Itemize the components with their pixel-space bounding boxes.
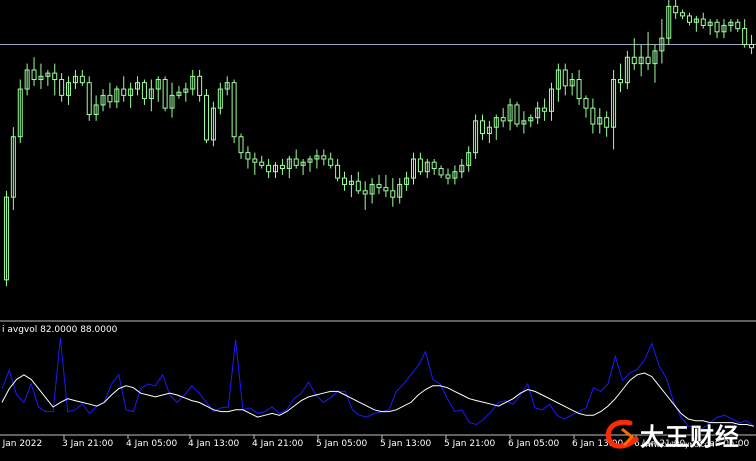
candle-body xyxy=(438,168,444,176)
candle-body xyxy=(673,5,679,14)
candle-body xyxy=(742,28,748,46)
candle-body xyxy=(383,187,389,192)
candle-body xyxy=(293,158,299,166)
candle-body xyxy=(376,183,382,189)
candle-body xyxy=(514,104,520,125)
chart-window[interactable] xyxy=(0,0,756,457)
candle-body xyxy=(680,12,686,17)
time-label: 4 Jan 13:00 xyxy=(188,439,240,449)
candle-body xyxy=(700,18,706,26)
candle-body xyxy=(686,15,692,23)
time-label: 6 Jan 05:00 xyxy=(508,439,560,449)
candle-body xyxy=(259,161,265,166)
watermark: 大王财经 WWW.KINGCAIJING.COM xyxy=(602,417,752,451)
candle-body xyxy=(479,120,485,135)
time-label: 5 Jan 05:00 xyxy=(316,439,368,449)
candle-body xyxy=(59,79,65,96)
candle-body xyxy=(583,98,589,109)
candle-body xyxy=(245,152,251,160)
candle-body xyxy=(645,56,651,65)
candle-body xyxy=(279,164,285,170)
indicator-label: i avgvol 82.0000 88.0000 xyxy=(2,325,118,335)
candle-body xyxy=(431,161,437,170)
candle-body xyxy=(417,158,423,173)
candle-body xyxy=(604,117,610,128)
candle-body xyxy=(335,164,341,179)
time-label: 4 Jan 05:00 xyxy=(126,439,178,449)
candle-body xyxy=(714,21,720,33)
candle-body xyxy=(52,72,58,80)
candle-body xyxy=(342,177,348,185)
candle-body xyxy=(197,75,203,96)
time-label: 3 Jan 21:00 xyxy=(62,439,114,449)
candle-body xyxy=(355,180,361,192)
candle-body xyxy=(576,79,582,100)
candle-body xyxy=(749,44,755,49)
time-label: 3 Jan 2022 xyxy=(0,439,43,449)
candle-body xyxy=(252,158,258,163)
candle-body xyxy=(321,155,327,160)
candle-body xyxy=(390,190,396,198)
candle-body xyxy=(79,75,85,84)
time-label: 4 Jan 21:00 xyxy=(252,439,304,449)
candle-body xyxy=(231,82,237,138)
candle-body xyxy=(445,174,451,179)
chart-canvas[interactable] xyxy=(0,0,756,457)
candle-body xyxy=(562,69,568,87)
candle-body xyxy=(328,158,334,166)
indicator-line-blue xyxy=(1,337,755,429)
candle-body xyxy=(107,94,113,103)
candle-body xyxy=(542,107,548,112)
candle-body xyxy=(631,56,637,65)
watermark-url: WWW.KINGCAIJING.COM xyxy=(642,442,715,449)
candle-body xyxy=(162,79,168,109)
candle-body xyxy=(204,94,210,141)
candle-body xyxy=(735,21,741,30)
time-label: 5 Jan 13:00 xyxy=(380,439,432,449)
candle-body xyxy=(121,88,127,96)
candle-body xyxy=(238,136,244,154)
candle-body xyxy=(500,117,506,122)
candle-body xyxy=(617,79,623,84)
candle-body xyxy=(266,164,272,173)
candle-body xyxy=(141,82,147,100)
candle-body xyxy=(362,190,368,195)
kingcaijing-logo-icon xyxy=(605,419,639,449)
candle-body xyxy=(590,107,596,125)
time-label: 5 Jan 21:00 xyxy=(444,439,496,449)
candle-body xyxy=(31,69,37,80)
candle-body xyxy=(86,82,92,115)
